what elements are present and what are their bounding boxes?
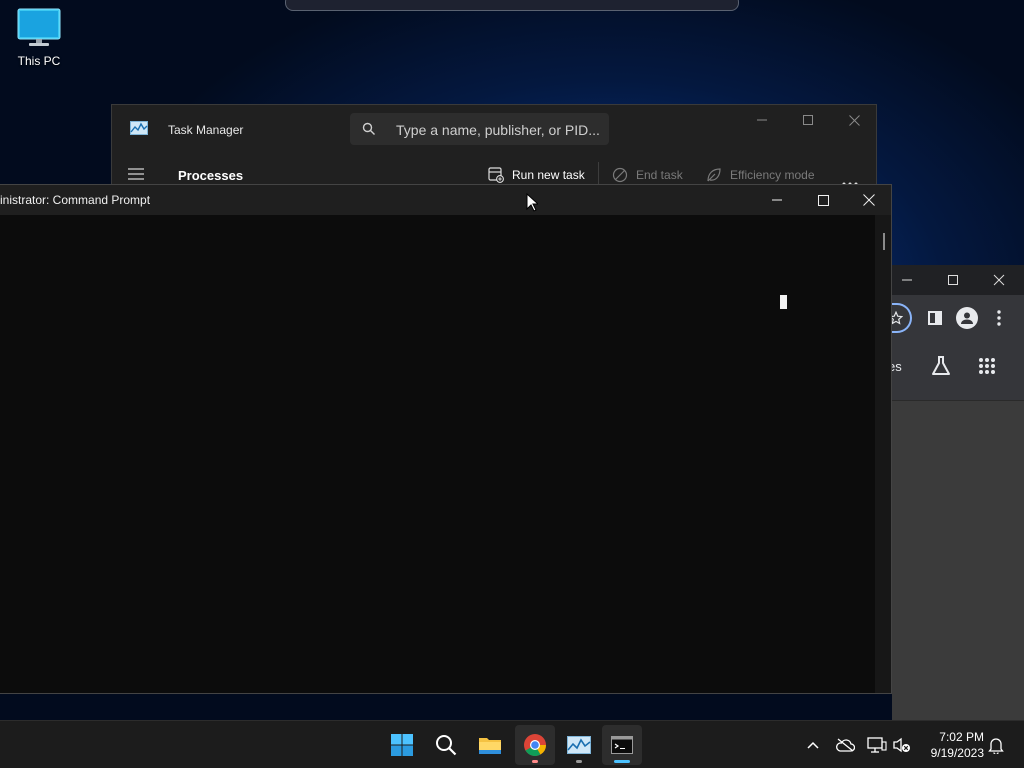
close-button[interactable]	[846, 185, 892, 215]
end-task-label: End task	[636, 168, 683, 182]
task-manager-search-box[interactable]: Type a name, publisher, or PID...	[350, 113, 609, 145]
labs-button[interactable]	[930, 355, 952, 382]
leaf-icon	[707, 168, 721, 182]
clock-date: 9/19/2023	[930, 746, 984, 760]
arrow-cursor-icon	[526, 192, 540, 212]
show-hidden-icons-button[interactable]	[804, 733, 822, 757]
flask-icon	[932, 356, 950, 375]
maximize-icon	[817, 194, 829, 206]
close-icon	[863, 194, 875, 206]
chrome-taskbar-button[interactable]	[515, 725, 555, 765]
active-indicator	[614, 760, 630, 763]
task-manager-taskbar-button[interactable]	[559, 725, 599, 765]
running-indicator	[576, 760, 582, 763]
chrome-menu-button[interactable]	[996, 309, 1002, 332]
side-panel-button[interactable]	[928, 311, 942, 330]
minimize-button[interactable]	[739, 105, 785, 135]
search-icon	[436, 735, 457, 756]
desktop-icon-label: This PC	[17, 54, 61, 68]
maximize-button[interactable]	[800, 185, 846, 215]
clock-time: 7:02 PM	[939, 730, 984, 744]
taskbar-search-button[interactable]	[426, 725, 466, 765]
side-panel-icon	[928, 311, 942, 325]
window-title: Task Manager	[168, 123, 244, 137]
run-new-task-button[interactable]: Run new task	[488, 165, 585, 185]
maximize-button[interactable]	[930, 265, 976, 295]
windows-logo-icon	[391, 734, 413, 756]
minimize-icon	[772, 199, 782, 201]
close-button[interactable]	[976, 265, 1022, 295]
search-input[interactable]: Type a name, publisher, or PID...	[396, 122, 600, 138]
close-button[interactable]	[831, 105, 877, 135]
apps-grid-button[interactable]	[978, 357, 996, 380]
maximize-icon	[803, 115, 813, 125]
end-task-button[interactable]: End task	[612, 165, 683, 185]
vertical-scrollbar[interactable]	[875, 215, 891, 693]
text-cursor	[780, 295, 787, 309]
efficiency-mode-label: Efficiency mode	[730, 168, 815, 182]
hamburger-icon	[128, 168, 144, 180]
scrollbar-thumb[interactable]	[883, 233, 885, 250]
navigation-menu-button[interactable]	[128, 167, 144, 185]
task-manager-icon	[130, 121, 148, 135]
task-manager-icon	[567, 736, 591, 754]
efficiency-mode-button[interactable]: Efficiency mode	[706, 165, 815, 185]
window-title: inistrator: Command Prompt	[0, 193, 151, 207]
command-prompt-taskbar-button[interactable]	[602, 725, 642, 765]
chrome-window[interactable]: es	[882, 265, 1024, 765]
bell-icon	[988, 738, 1004, 754]
run-task-icon	[488, 167, 504, 183]
kebab-menu-icon	[997, 310, 1001, 326]
close-icon	[993, 274, 1005, 286]
person-icon	[961, 312, 973, 324]
chrome-shortcuts-bar: es	[888, 349, 1024, 401]
chrome-title-strip	[892, 265, 1024, 295]
command-prompt-window[interactable]: inistrator: Command Prompt	[0, 184, 892, 694]
chrome-icon	[524, 734, 546, 756]
taskbar: 7:02 PM 9/19/2023	[0, 720, 1024, 768]
close-icon	[848, 114, 860, 126]
chevron-up-icon	[807, 741, 819, 749]
search-icon	[362, 122, 375, 135]
apps-grid-icon	[979, 358, 995, 374]
minimize-icon	[902, 279, 912, 281]
chrome-toolbar	[882, 295, 1024, 349]
onedrive-button[interactable]	[834, 733, 856, 757]
folder-icon	[479, 738, 501, 754]
page-title: Processes	[178, 168, 244, 183]
clock-button[interactable]: 7:02 PM 9/19/2023	[914, 729, 984, 761]
volume-muted-icon	[893, 737, 910, 753]
network-button[interactable]	[866, 733, 888, 757]
terminal-icon	[611, 736, 633, 754]
minimize-button[interactable]	[754, 185, 800, 215]
minimize-icon	[757, 119, 767, 121]
monitor-icon	[17, 8, 61, 46]
file-explorer-button[interactable]	[470, 725, 510, 765]
notifications-button[interactable]	[986, 733, 1006, 757]
top-window-edge	[285, 0, 739, 11]
task-manager-app-icon	[130, 121, 148, 140]
command-prompt-title-bar[interactable]: inistrator: Command Prompt	[0, 185, 891, 215]
run-new-task-label: Run new task	[512, 168, 585, 182]
desktop-icon-this-pc[interactable]: This PC	[8, 8, 70, 78]
mouse-pointer	[526, 192, 540, 217]
end-task-icon	[612, 167, 628, 183]
cloud-offline-icon	[836, 738, 855, 752]
maximize-icon	[948, 275, 958, 285]
maximize-button[interactable]	[785, 105, 831, 135]
command-divider	[598, 162, 599, 186]
running-indicator	[532, 760, 538, 763]
start-button[interactable]	[382, 725, 422, 765]
profile-button[interactable]	[956, 307, 978, 329]
network-icon	[867, 737, 887, 753]
volume-button[interactable]	[892, 733, 912, 757]
